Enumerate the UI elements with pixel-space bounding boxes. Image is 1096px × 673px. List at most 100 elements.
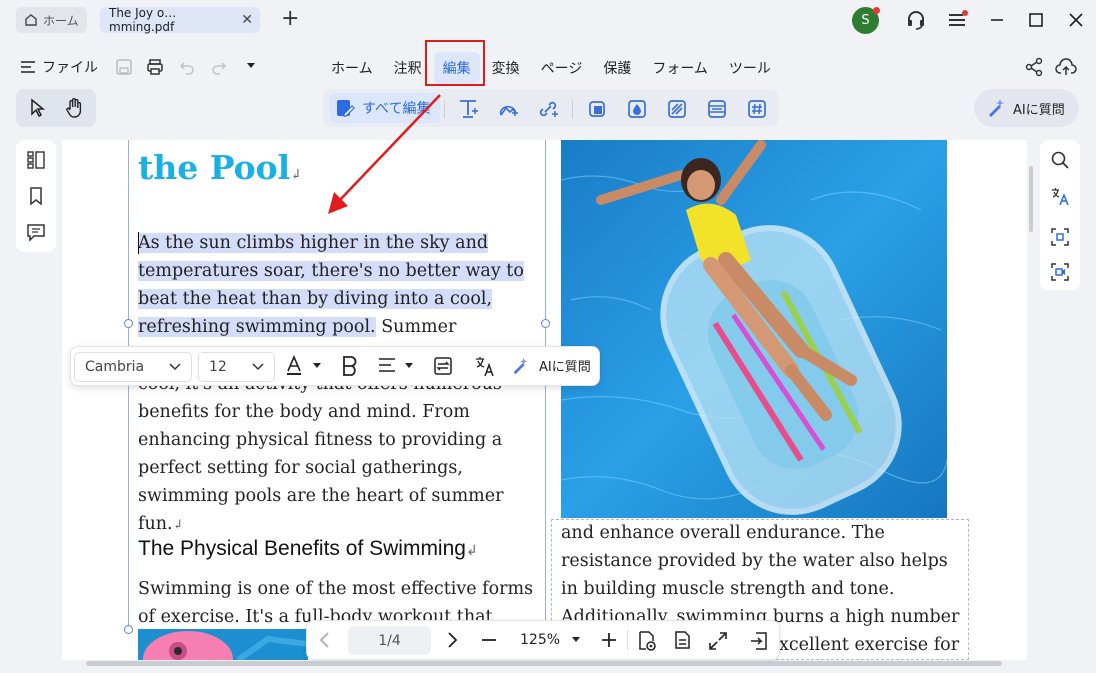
text-line: swimming pools are the heart of summer f… [138,486,504,534]
paragraph-1[interactable]: As the sun climbs higher in the sky and … [138,229,538,341]
maximize-icon[interactable] [1025,9,1047,31]
zoom-in-icon[interactable] [600,631,618,649]
fit-page-icon[interactable] [708,631,728,651]
menu-protect[interactable]: 保護 [594,52,640,84]
translate-icon[interactable] [474,355,496,377]
translate-icon[interactable] [1050,186,1070,206]
resize-handle[interactable] [541,319,550,328]
highlighted-line: temperatures soar, there's no better way… [138,261,524,281]
bookmark-icon[interactable] [26,186,46,206]
next-page-icon[interactable] [445,631,459,649]
ai-sparkle-icon [989,99,1004,117]
annotation-arrow [328,94,441,214]
file-menu-label: ファイル [42,60,98,76]
highlighted-line: As the sun climbs higher in the sky and [138,233,489,253]
align-icon[interactable] [378,356,414,376]
paragraph-2[interactable]: Swimming is one of the most effective fo… [138,575,538,625]
font-family-select[interactable]: Cambria [74,352,192,382]
home-tab[interactable]: ホーム [16,7,87,33]
ai-ask-button[interactable]: AIに質問 [974,89,1079,127]
resize-handle[interactable] [124,625,133,634]
resize-handle[interactable] [124,319,133,328]
ocr-icon[interactable] [1050,227,1070,247]
section-heading: the Pool↲ [138,148,302,187]
file-menu[interactable]: ファイル [20,57,98,77]
ai-sparkle-icon [513,357,528,374]
exit-fullscreen-icon[interactable] [748,630,770,652]
menu-annotate[interactable]: 注釈 [385,52,431,84]
add-link-icon[interactable] [538,99,558,119]
nav-divider [627,630,628,650]
horizontal-scrollbar[interactable] [86,661,1002,666]
bates-number-icon[interactable] [747,99,767,119]
background-icon[interactable] [667,99,687,119]
page-view-icon[interactable] [673,630,693,652]
format-ai-ask-button[interactable]: AIに質問 [511,356,591,375]
annotation-highlight-box [425,40,485,86]
cloud-upload-icon[interactable] [1055,56,1077,78]
text-spacing-icon[interactable] [433,356,453,376]
subheading[interactable]: The Physical Benefits of Swimming↲ [138,537,478,561]
paragraph-1-continued[interactable]: cool, it's an activity that offers numer… [138,370,538,540]
crop-icon[interactable] [587,99,607,119]
select-arrow-icon[interactable] [28,98,48,118]
menu-page[interactable]: ページ [532,52,592,84]
header-footer-icon[interactable] [707,99,727,119]
text-line: in building muscle strength and tone. [561,579,895,599]
menu-home[interactable]: ホーム [322,52,382,84]
ai-ask-label: AIに質問 [1013,102,1065,118]
text-line: perfect setting for social gatherings, [138,458,463,478]
format-ai-ask-label: AIに質問 [539,360,591,375]
zoom-select[interactable]: 125% [520,632,560,648]
highlighted-line: beat the heat than by diving into a cool… [138,289,493,309]
page-number-input[interactable]: 1/4 [348,626,431,655]
highlighted-line: refreshing swimming pool. [138,317,376,337]
menu-icon[interactable] [946,9,968,31]
bold-icon[interactable] [341,355,359,377]
zoom-value: 125% [520,632,561,648]
add-text-icon[interactable] [458,99,478,119]
watermark-icon[interactable] [627,99,647,119]
hamburger-icon [21,61,35,73]
text-cursor [138,232,139,254]
menu-tools[interactable]: ツール [720,52,780,84]
vertical-scrollbar[interactable] [1029,166,1033,232]
close-window-icon[interactable] [1065,9,1087,31]
new-tab-button[interactable]: + [281,8,299,30]
chevron-down-icon [169,363,181,371]
hand-tool-icon[interactable] [65,97,85,119]
quick-access-dropdown-icon[interactable] [246,62,256,70]
save-icon[interactable] [115,58,133,76]
comment-icon[interactable] [26,222,46,242]
close-tab-icon[interactable]: ✕ [241,12,253,28]
flamingo-image[interactable] [138,629,308,660]
add-image-icon[interactable] [498,99,518,119]
headset-icon[interactable] [905,9,927,31]
document-tab[interactable]: The Joy o…mming.pdf ✕ [100,6,260,34]
toolbar-divider [572,100,573,118]
share-icon[interactable] [1024,57,1044,77]
zoom-dropdown-icon[interactable] [572,637,580,643]
zoom-out-icon[interactable] [480,631,498,649]
text-line: benefits for the body and mind. From [138,402,470,422]
home-icon [25,14,37,26]
thumbnails-icon[interactable] [26,150,46,170]
text-line: Summer [375,317,457,337]
text-line: enhancing physical fitness to providing … [138,430,503,450]
text-line: Swimming is one of the most effective fo… [138,579,534,599]
menu-form[interactable]: フォーム [643,52,717,84]
screen-capture-icon[interactable] [1050,262,1070,282]
search-icon[interactable] [1050,150,1070,170]
print-icon[interactable] [146,58,164,76]
minimize-icon[interactable] [986,9,1008,31]
menu-convert[interactable]: 変換 [483,52,529,84]
font-size-select[interactable]: 12 [198,352,275,382]
redo-icon[interactable] [210,58,228,76]
pool-photo[interactable] [561,140,947,518]
main-menu: ホーム 注釈 編集 変換 ページ 保護 フォーム ツール [322,52,783,84]
read-mode-icon[interactable] [636,630,658,652]
font-color-icon[interactable] [285,355,321,377]
avatar[interactable]: S [852,7,880,34]
undo-icon[interactable] [178,58,196,76]
previous-page-icon[interactable] [318,631,332,649]
